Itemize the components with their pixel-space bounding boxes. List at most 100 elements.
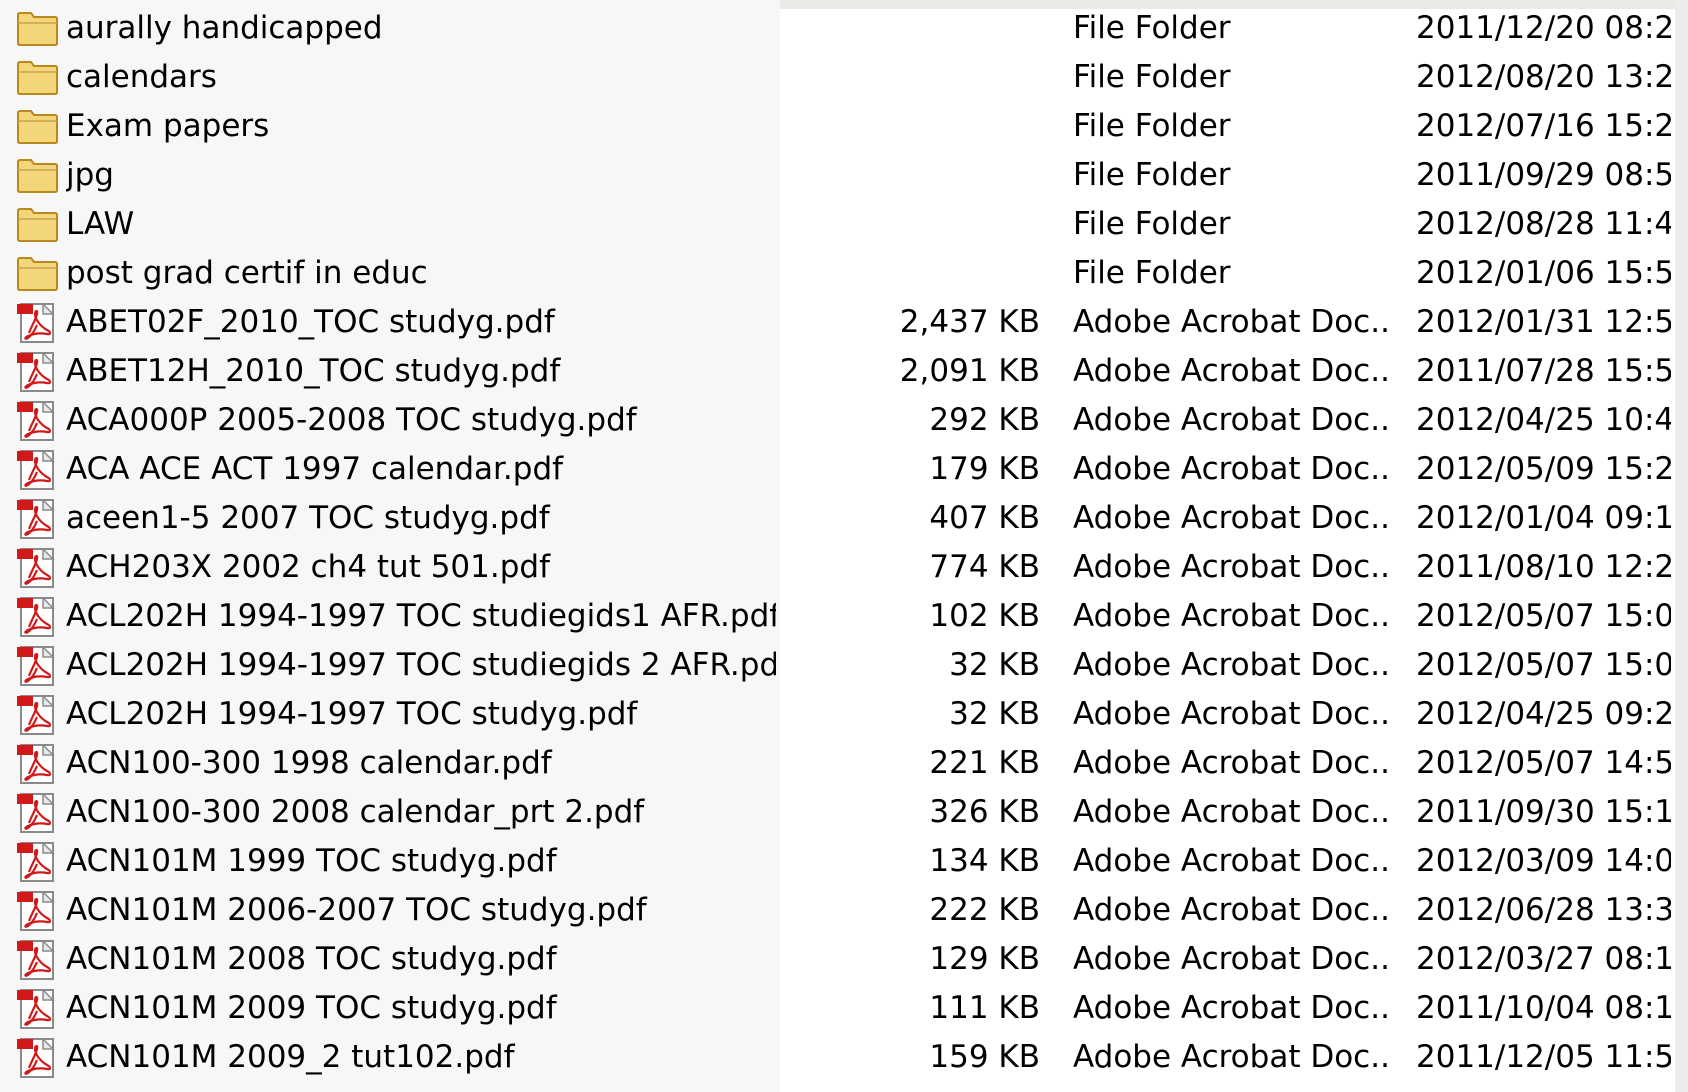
file-row[interactable]: post grad certif in educ File Folder 201… [0,249,1675,298]
file-size: 407 KB [929,500,1040,536]
file-modified: 2012/04/25 09:29 [1416,696,1671,732]
file-size: 32 KB [949,647,1040,683]
file-type: File Folder [1073,108,1231,144]
file-size: 2,091 KB [899,353,1040,389]
file-type: File Folder [1073,157,1231,193]
file-type: Adobe Acrobat Doc... [1073,696,1393,732]
file-name: ABET12H_2010_TOC studyg.pdf [66,353,561,389]
file-name: ACL202H 1994-1997 TOC studyg.pdf [66,696,638,732]
file-size: 292 KB [929,402,1040,438]
file-modified: 2012/05/07 15:06 [1416,598,1671,634]
file-type: File Folder [1073,255,1231,291]
file-row[interactable]: ABET02F_2010_TOC studyg.pdf 2,437 KB Ado… [0,298,1675,347]
file-type: Adobe Acrobat Doc... [1073,941,1393,977]
file-size [800,151,1040,200]
file-modified: 2011/12/05 11:56 [1416,1039,1671,1075]
folder-icon [15,9,61,49]
file-modified: 2012/01/31 12:51 [1416,304,1671,340]
scrollbar-edge[interactable] [1675,0,1688,1092]
file-name: ACN100-300 2008 calendar_prt 2.pdf [66,794,645,830]
folder-icon [15,205,61,245]
file-name: Exam papers [66,108,270,144]
file-row[interactable]: aurally handicapped File Folder 2011/12/… [0,4,1675,53]
pdf-icon [15,351,61,392]
file-name: ACN101M 2006-2007 TOC studyg.pdf [66,892,647,928]
file-row[interactable]: ACN100-300 1998 calendar.pdf 221 KB Adob… [0,739,1675,788]
pdf-icon [15,449,61,490]
file-modified: 2011/09/29 08:51 [1416,157,1671,193]
file-type: File Folder [1073,59,1231,95]
file-type: Adobe Acrobat Doc... [1073,500,1393,536]
file-row[interactable]: ACA000P 2005-2008 TOC studyg.pdf 292 KB … [0,396,1675,445]
file-name: aceen1-5 2007 TOC studyg.pdf [66,500,550,536]
file-row[interactable]: ACL202H 1994-1997 TOC studyg.pdf 32 KB A… [0,690,1675,739]
file-type: File Folder [1073,206,1231,242]
file-modified: 2012/07/16 15:23 [1416,108,1671,144]
file-size: 134 KB [929,843,1040,879]
file-row[interactable]: calendars File Folder 2012/08/20 13:20 [0,53,1675,102]
file-size [800,102,1040,151]
file-row[interactable]: ACA ACE ACT 1997 calendar.pdf 179 KB Ado… [0,445,1675,494]
file-modified: 2012/08/28 11:41 [1416,206,1671,242]
pdf-icon [15,596,61,637]
file-row[interactable]: jpg File Folder 2011/09/29 08:51 [0,151,1675,200]
file-row[interactable]: Exam papers File Folder 2012/07/16 15:23 [0,102,1675,151]
file-row[interactable]: ACL202H 1994-1997 TOC studiegids 2 AFR.p… [0,641,1675,690]
folder-icon [15,156,61,196]
file-row[interactable]: ABET12H_2010_TOC studyg.pdf 2,091 KB Ado… [0,347,1675,396]
file-modified: 2012/01/06 15:50 [1416,255,1671,291]
pdf-icon [15,890,61,931]
file-type: Adobe Acrobat Doc... [1073,1039,1393,1075]
file-size [800,200,1040,249]
pdf-icon [15,792,61,833]
file-name: ACN101M 2008 TOC studyg.pdf [66,941,557,977]
file-name: LAW [66,206,135,242]
file-modified: 2011/10/04 08:14 [1416,990,1671,1026]
file-modified: 2012/05/09 15:21 [1416,451,1671,487]
file-type: Adobe Acrobat Doc... [1073,353,1393,389]
file-row[interactable]: aceen1-5 2007 TOC studyg.pdf 407 KB Adob… [0,494,1675,543]
file-name: calendars [66,59,217,95]
file-row[interactable]: ACL202H 1994-1997 TOC studiegids1 AFR.pd… [0,592,1675,641]
file-name: ABET02F_2010_TOC studyg.pdf [66,304,555,340]
file-type: Adobe Acrobat Doc... [1073,745,1393,781]
pdf-icon [15,400,61,441]
file-size: 326 KB [929,794,1040,830]
file-size [800,53,1040,102]
pdf-icon [15,694,61,735]
file-size [800,4,1040,53]
file-modified: 2012/05/07 14:59 [1416,745,1671,781]
file-type: Adobe Acrobat Doc... [1073,990,1393,1026]
pdf-icon [15,988,61,1029]
file-modified: 2012/03/09 14:09 [1416,843,1671,879]
file-modified: 2012/05/07 15:06 [1416,647,1671,683]
folder-icon [15,107,61,147]
file-row[interactable]: ACN101M 1999 TOC studyg.pdf 134 KB Adobe… [0,837,1675,886]
file-row[interactable]: ACN101M 2006-2007 TOC studyg.pdf 222 KB … [0,886,1675,935]
pdf-icon [15,302,61,343]
pdf-icon [15,498,61,539]
file-modified: 2012/04/25 10:40 [1416,402,1671,438]
file-row[interactable]: ACN100-300 2008 calendar_prt 2.pdf 326 K… [0,788,1675,837]
file-type: Adobe Acrobat Doc... [1073,402,1393,438]
file-size: 179 KB [929,451,1040,487]
file-row[interactable]: ACH203X 2002 ch4 tut 501.pdf 774 KB Adob… [0,543,1675,592]
pdf-icon [15,645,61,686]
file-type: Adobe Acrobat Doc... [1073,598,1393,634]
file-modified: 2012/01/04 09:15 [1416,500,1671,536]
file-name: ACL202H 1994-1997 TOC studiegids 2 AFR.p… [66,647,776,683]
file-type: Adobe Acrobat Doc... [1073,794,1393,830]
file-type: Adobe Acrobat Doc... [1073,892,1393,928]
file-row[interactable]: LAW File Folder 2012/08/28 11:41 [0,200,1675,249]
file-size: 774 KB [929,549,1040,585]
file-size: 129 KB [929,941,1040,977]
file-row[interactable]: ACN101M 2009_2 tut102.pdf 159 KB Adobe A… [0,1033,1675,1082]
file-row[interactable]: ACN101M 2009 TOC studyg.pdf 111 KB Adobe… [0,984,1675,1033]
file-name: ACN101M 2009 TOC studyg.pdf [66,990,557,1026]
file-row[interactable]: ACN101M 2008 TOC studyg.pdf 129 KB Adobe… [0,935,1675,984]
file-modified: 2011/07/28 15:54 [1416,353,1671,389]
pdf-icon [15,1037,61,1078]
file-type: Adobe Acrobat Doc... [1073,549,1393,585]
file-size: 159 KB [929,1039,1040,1075]
file-name: ACN101M 1999 TOC studyg.pdf [66,843,557,879]
